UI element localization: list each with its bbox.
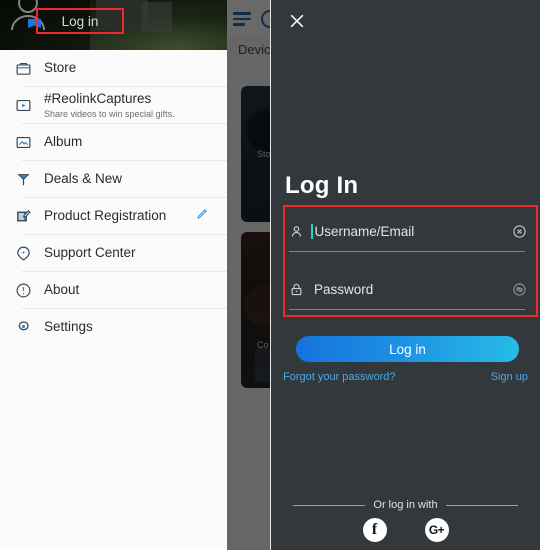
login-panel: Log In Username/Email Password Log in Fo… <box>271 0 540 550</box>
eye-off-icon[interactable] <box>512 282 527 297</box>
sidebar-item-store[interactable]: Store <box>0 50 227 86</box>
edit-document-icon <box>12 205 34 227</box>
drawer-header: Log in <box>0 0 227 50</box>
sidebar-item-deals-new[interactable]: Deals & New <box>0 161 227 197</box>
info-icon <box>12 279 34 301</box>
sidebar-item-support-center[interactable]: Support Center <box>0 235 227 271</box>
photo-detail <box>142 2 172 32</box>
gear-icon <box>12 316 34 338</box>
sidebar-item-label: Deals & New <box>44 171 123 186</box>
social-login-buttons: f G+ <box>271 518 540 542</box>
sidebar-item-label: Support Center <box>44 245 136 260</box>
social-divider: Or log in with <box>271 498 540 512</box>
field-underline <box>289 309 525 310</box>
divider-line-left <box>293 504 366 506</box>
album-icon <box>12 131 34 153</box>
app-screen: Device Sto Co <box>0 0 540 550</box>
sidebar-item-label: Settings <box>44 319 93 334</box>
facebook-glyph: f <box>371 520 378 538</box>
sidebar-item-reolink-captures[interactable]: #ReolinkCaptures Share videos to win spe… <box>0 87 227 123</box>
google-plus-login-icon[interactable]: G+ <box>424 518 449 542</box>
sidebar-item-subtitle: Share videos to win special gifts. <box>44 108 175 119</box>
google-plus-glyph: G+ <box>428 523 445 537</box>
sign-up-link[interactable]: Sign up <box>491 371 528 383</box>
social-divider-label: Or log in with <box>373 499 438 511</box>
divider-line-right <box>445 504 518 506</box>
sidebar-item-settings[interactable]: Settings <box>0 309 227 345</box>
sidebar-item-about[interactable]: About <box>0 272 227 308</box>
sidebar-item-label: About <box>44 282 80 297</box>
lock-icon <box>289 282 307 297</box>
text-cursor <box>311 223 313 239</box>
pencil-icon[interactable] <box>195 207 217 226</box>
forgot-password-link[interactable]: Forgot your password? <box>283 371 396 383</box>
megaphone-icon <box>12 168 34 190</box>
login-submit-button[interactable]: Log in <box>296 336 519 362</box>
sidebar-item-product-registration[interactable]: Product Registration <box>0 198 227 234</box>
drawer-login-button[interactable]: Log in <box>36 8 124 34</box>
field-underline <box>289 251 525 252</box>
support-chat-icon <box>12 242 34 264</box>
drawer-menu: Store #ReolinkCaptures Share videos to w… <box>0 50 227 345</box>
person-icon <box>289 224 307 239</box>
sidebar-item-label: Store <box>44 60 77 75</box>
sidebar-item-label: Album <box>44 134 83 149</box>
video-play-icon <box>12 94 34 116</box>
sidebar-item-label: Product Registration <box>44 208 167 223</box>
clear-circle-x-icon[interactable] <box>512 224 527 239</box>
navigation-drawer: Log in Store #ReolinkCaptures Share vide… <box>0 0 227 550</box>
password-input[interactable]: Password <box>314 282 373 297</box>
sidebar-item-album[interactable]: Album <box>0 124 227 160</box>
close-icon[interactable] <box>282 6 312 36</box>
store-icon <box>12 57 34 79</box>
panel-left-edge <box>270 0 271 550</box>
facebook-login-icon[interactable]: f <box>362 518 387 542</box>
sidebar-item-label: #ReolinkCaptures <box>44 90 152 106</box>
password-field-row[interactable]: Password <box>283 274 531 310</box>
username-field-row[interactable]: Username/Email <box>283 216 531 252</box>
page-title: Log In <box>285 172 359 199</box>
username-input[interactable]: Username/Email <box>315 224 415 239</box>
